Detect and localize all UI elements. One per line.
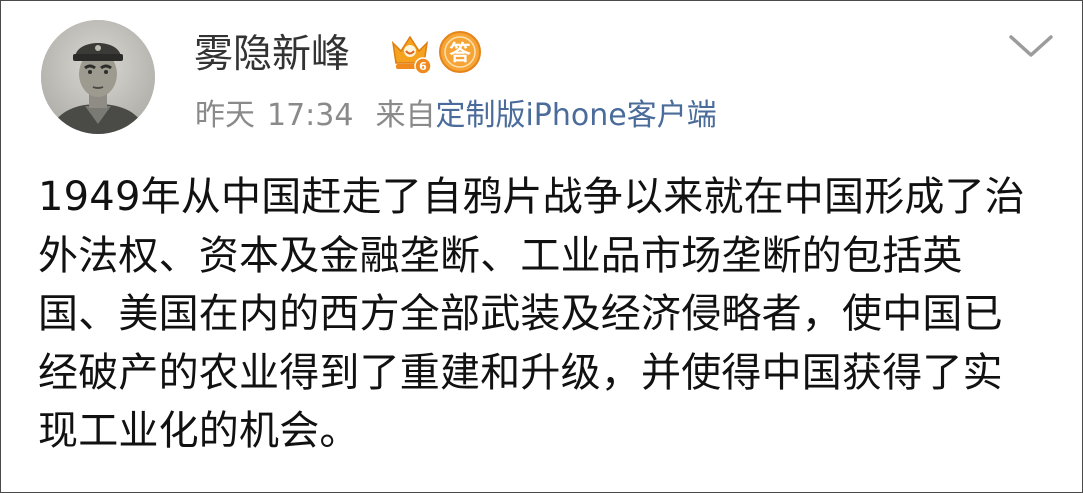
post-source-client-link[interactable]: 定制版iPhone客户端 (435, 97, 716, 135)
answer-badge-label: 答 (450, 41, 472, 65)
post-body-text: 1949年从中国赶走了自鸦片战争以来就在中国形成了治外法权、资本及金融垄断、工业… (38, 174, 1025, 454)
post-source-label: 来自 (375, 98, 436, 133)
answer-badge-icon[interactable]: 答 (437, 29, 483, 75)
vip-level-label: 6 (419, 60, 427, 73)
vip-crown-badge-icon[interactable]: 6 (387, 29, 433, 75)
avatar-portrait-image (41, 20, 155, 134)
post-meta: 昨天 17:34 来自定制版iPhone客户端 (195, 97, 717, 135)
username[interactable]: 雾隐新峰 (194, 33, 350, 77)
post-day: 昨天 (195, 98, 255, 133)
avatar[interactable] (41, 20, 155, 134)
post-time: 17:34 (267, 98, 354, 133)
chevron-down-icon[interactable] (1005, 29, 1057, 63)
weibo-post-card: 雾隐新峰 6 答 昨天 17:34 来自定制版iPhone客户端 1949年从中国赶… (0, 0, 1083, 493)
